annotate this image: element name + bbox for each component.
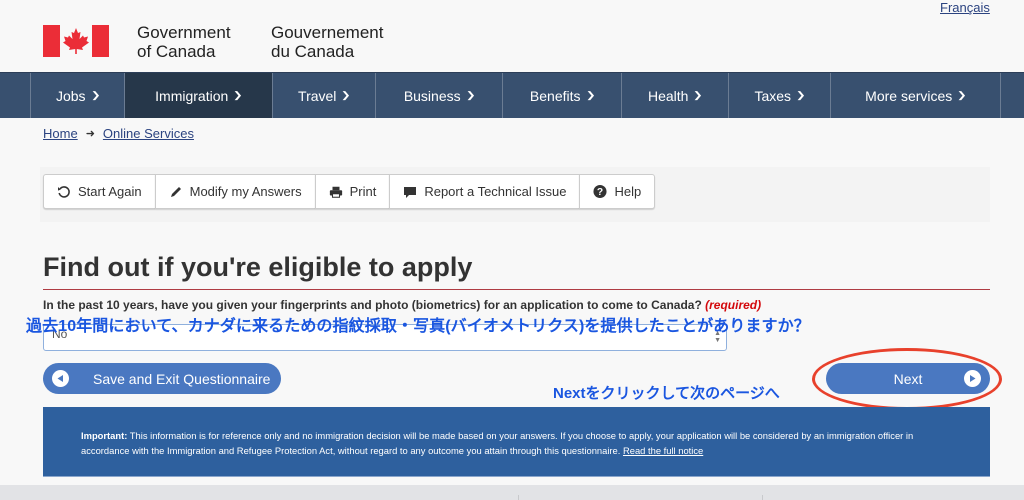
question-label: In the past 10 years, have you given you… — [43, 298, 761, 312]
nav-item-more-services[interactable]: More services ❯ — [831, 73, 1001, 118]
chevron-down-icon: ❯ — [90, 90, 101, 100]
maple-leaf-icon — [63, 28, 89, 54]
nav-label: More services — [865, 87, 953, 104]
notice-text: This information is for reference only a… — [81, 430, 914, 456]
read-full-notice-link[interactable]: Read the full notice — [623, 445, 703, 456]
pencil-icon — [169, 185, 183, 199]
nav-label: Travel — [298, 87, 337, 104]
page-footer — [0, 485, 1024, 500]
title-divider — [43, 289, 990, 290]
chevron-down-icon: ❯ — [585, 90, 596, 100]
nav-label: Health — [647, 87, 689, 104]
main-menu: Jobs ❯ Immigration ❯ Travel ❯ Business ❯ Ben… — [0, 72, 1024, 118]
questionnaire-toolbar: Start Again Modify my Answers Print Repo… — [43, 174, 656, 209]
print-button[interactable]: Print — [314, 174, 390, 209]
site-header: Government of Canada Gouvernement du Can… — [0, 0, 1024, 72]
next-button[interactable]: Next — [826, 363, 990, 394]
breadcrumb: Home ➜ Online Services — [43, 126, 194, 141]
chevron-down-icon: ❯ — [795, 90, 806, 100]
question-circle-icon: ? — [593, 184, 607, 199]
chevron-down-icon: ❯ — [693, 90, 704, 100]
nav-item-jobs[interactable]: Jobs ❯ — [31, 73, 125, 118]
button-label: Help — [614, 184, 642, 199]
important-notice: Important: This information is for refer… — [43, 407, 990, 477]
button-label: Report a Technical Issue — [424, 184, 567, 199]
breadcrumb-home[interactable]: Home — [43, 126, 78, 141]
button-label: Next — [893, 370, 923, 387]
next-hint-annotation: Nextをクリックして次のページへ — [553, 385, 780, 402]
canada-flag-icon — [43, 25, 109, 57]
button-label: Start Again — [78, 184, 142, 199]
comment-icon — [403, 185, 417, 199]
start-again-button[interactable]: Start Again — [43, 174, 155, 209]
notice-label: Important: — [81, 430, 128, 441]
nav-label: Jobs — [55, 87, 86, 104]
signature-line: Government — [137, 23, 231, 42]
chevron-down-icon: ❯ — [341, 90, 352, 100]
svg-text:?: ? — [597, 187, 603, 198]
printer-icon — [329, 185, 343, 199]
nav-item-benefits[interactable]: Benefits ❯ — [503, 73, 622, 118]
signature-french[interactable]: Gouvernement du Canada — [271, 23, 383, 61]
help-button[interactable]: ? Help — [579, 174, 656, 209]
required-label: (required) — [705, 298, 762, 312]
language-toggle-link[interactable]: Français — [940, 0, 990, 15]
nav-label: Business — [403, 87, 461, 104]
signature-english[interactable]: Government of Canada — [137, 23, 231, 61]
page-title: Find out if you're eligible to apply — [43, 252, 473, 282]
chevron-down-icon: ❯ — [465, 90, 476, 100]
arrow-right-icon: ➜ — [85, 128, 95, 140]
footer-divider — [518, 495, 519, 500]
nav-spacer — [0, 73, 31, 118]
save-exit-button[interactable]: Save and Exit Questionnaire — [43, 363, 281, 394]
refresh-icon — [57, 185, 71, 199]
nav-label: Benefits — [529, 87, 581, 104]
chevron-down-icon: ❯ — [957, 90, 967, 100]
signature-line: du Canada — [271, 42, 355, 61]
button-label: Print — [349, 184, 377, 199]
nav-item-business[interactable]: Business ❯ — [376, 73, 503, 118]
nav-label: Taxes — [754, 87, 792, 104]
question-translation-annotation: 過去10年間において、カナダに来るための指紋採取・写真(バイオメトリクス)を提供… — [26, 318, 810, 335]
signature-line: Gouvernement — [271, 23, 384, 42]
breadcrumb-online-services[interactable]: Online Services — [103, 126, 194, 141]
footer-divider — [762, 495, 763, 500]
signature-line: of Canada — [137, 42, 216, 61]
nav-item-immigration[interactable]: Immigration ❯ — [125, 73, 273, 118]
question-text: In the past 10 years, have you given you… — [43, 298, 702, 312]
arrow-right-circle-icon — [964, 370, 981, 387]
arrow-left-circle-icon — [52, 370, 69, 387]
nav-item-travel[interactable]: Travel ❯ — [273, 73, 376, 118]
modify-answers-button[interactable]: Modify my Answers — [154, 174, 315, 209]
report-issue-button[interactable]: Report a Technical Issue — [389, 174, 580, 209]
nav-item-taxes[interactable]: Taxes ❯ — [729, 73, 831, 118]
nav-item-health[interactable]: Health ❯ — [622, 73, 729, 118]
button-label: Save and Exit Questionnaire — [93, 370, 271, 387]
nav-label: Immigration — [155, 87, 229, 104]
chevron-down-icon: ❯ — [233, 90, 243, 100]
button-label: Modify my Answers — [189, 184, 302, 199]
